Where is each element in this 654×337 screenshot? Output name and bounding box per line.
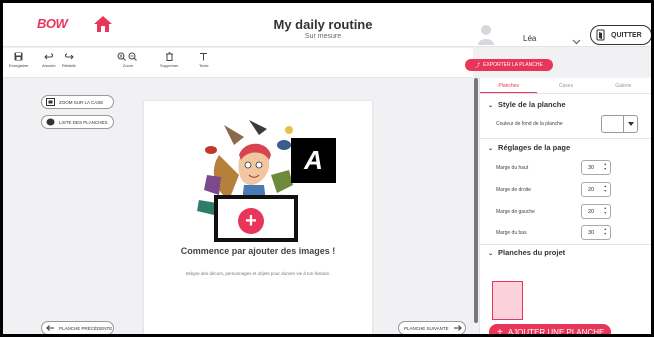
project-title-block: My daily routine Sur mesure	[233, 17, 413, 40]
stack-icon	[46, 118, 55, 126]
chevron-down-icon: ⌄	[488, 103, 494, 109]
undo-button[interactable]: Annuler	[42, 52, 56, 68]
chevron-down-icon: ⌄	[488, 251, 494, 257]
quit-button[interactable]: QUITTER	[590, 25, 651, 45]
next-board-button[interactable]: PLANCHE SUIVANTE	[398, 321, 466, 334]
chevron-down-icon: ⌄	[488, 146, 494, 152]
exit-door-icon	[596, 29, 605, 41]
add-board-button[interactable]: + AJOUTER UNE PLANCHE	[489, 324, 611, 337]
add-image-button[interactable]: +	[238, 208, 264, 234]
margin-bottom-label: Marge du bas	[496, 230, 527, 236]
margin-right-label: Marge de droite	[496, 187, 532, 193]
export-board-button[interactable]: ⤴ EXPORTER LA PLANCHE	[465, 59, 553, 71]
export-icon: ⤴	[475, 62, 481, 69]
divider	[480, 244, 651, 245]
user-avatar-icon[interactable]	[476, 23, 496, 45]
bg-color-label: Couleur de fond de la planche	[496, 121, 563, 127]
stepper-arrows-icon[interactable]: ▲ ▼	[604, 184, 607, 194]
panel-tabs: Planches Cases Galerie	[480, 78, 651, 94]
badge-letter: A	[291, 138, 336, 183]
stepper-arrows-icon[interactable]: ▲ ▼	[604, 206, 607, 216]
margin-right-stepper[interactable]: 20 ▲ ▼	[581, 182, 611, 197]
trash-icon	[165, 52, 173, 61]
caret-down-icon	[623, 116, 637, 132]
undo-icon	[44, 53, 53, 60]
project-title: My daily routine	[273, 17, 373, 32]
previous-board-button[interactable]: PLANCHE PRÉCÉDENTE	[41, 321, 114, 334]
tab-planches[interactable]: Planches	[480, 78, 538, 93]
stepper-arrows-icon[interactable]: ▲ ▼	[604, 162, 607, 172]
top-bar: BOW My daily routine Sur mesure Léa QUIT…	[3, 3, 651, 47]
stepper-arrows-icon[interactable]: ▲ ▼	[604, 227, 607, 237]
empty-state-title: Commence par ajouter des images !	[180, 246, 336, 256]
text-icon	[200, 53, 208, 61]
zoom-on-box-button[interactable]: ZOOM SUR LA CASE	[41, 95, 114, 109]
project-subtitle: Sur mesure	[304, 33, 342, 40]
redo-button[interactable]: Rétablir	[62, 52, 76, 68]
app-logo[interactable]: BOW	[37, 16, 68, 31]
bg-color-picker[interactable]	[601, 115, 638, 133]
canvas-scrollbar[interactable]	[474, 78, 478, 323]
zoom-icon	[117, 52, 137, 61]
board-list-button[interactable]: LISTE DES PLANCHES	[41, 115, 114, 129]
style-section-header[interactable]: ⌄ Style de la planche	[488, 100, 566, 109]
empty-state-text: Intègre des décors, personnages et objet…	[185, 271, 331, 276]
divider	[480, 138, 651, 139]
arrow-right-icon	[453, 324, 462, 332]
quit-label: QUITTER	[611, 31, 642, 39]
redo-icon	[64, 53, 74, 60]
margin-top-stepper[interactable]: 30 ▲ ▼	[581, 160, 611, 175]
arrow-left-icon	[46, 324, 55, 332]
board-thumbnail[interactable]	[492, 281, 523, 320]
chevron-down-icon[interactable]	[572, 33, 581, 45]
username[interactable]: Léa	[523, 34, 536, 43]
margin-top-label: Marge du haut	[496, 165, 529, 171]
text-button[interactable]: Texte	[199, 52, 209, 68]
frame-zoom-icon	[46, 98, 55, 106]
save-button[interactable]: Enregistrer	[9, 52, 29, 68]
editor-toolbar: Enregistrer Annuler Rétablir Zoom Suppri…	[3, 48, 473, 78]
margin-left-stepper[interactable]: 20 ▲ ▼	[581, 204, 611, 219]
delete-button[interactable]: Supprimer	[160, 52, 178, 68]
tab-galerie[interactable]: Galerie	[595, 78, 651, 93]
project-boards-section-header[interactable]: ⌄ Planches du projet	[488, 248, 565, 257]
save-icon	[14, 52, 23, 61]
page-settings-section-header[interactable]: ⌄ Réglages de la page	[488, 143, 570, 152]
zoom-button[interactable]: Zoom	[117, 52, 139, 68]
plus-icon: +	[245, 210, 257, 232]
app-frame: BOW My daily routine Sur mesure Léa QUIT…	[0, 0, 654, 337]
margin-bottom-stepper[interactable]: 30 ▲ ▼	[581, 225, 611, 240]
home-icon[interactable]	[93, 15, 113, 33]
tab-cases[interactable]: Cases	[537, 78, 594, 93]
plus-icon: +	[497, 326, 503, 337]
margin-left-label: Marge de gauche	[496, 209, 535, 215]
